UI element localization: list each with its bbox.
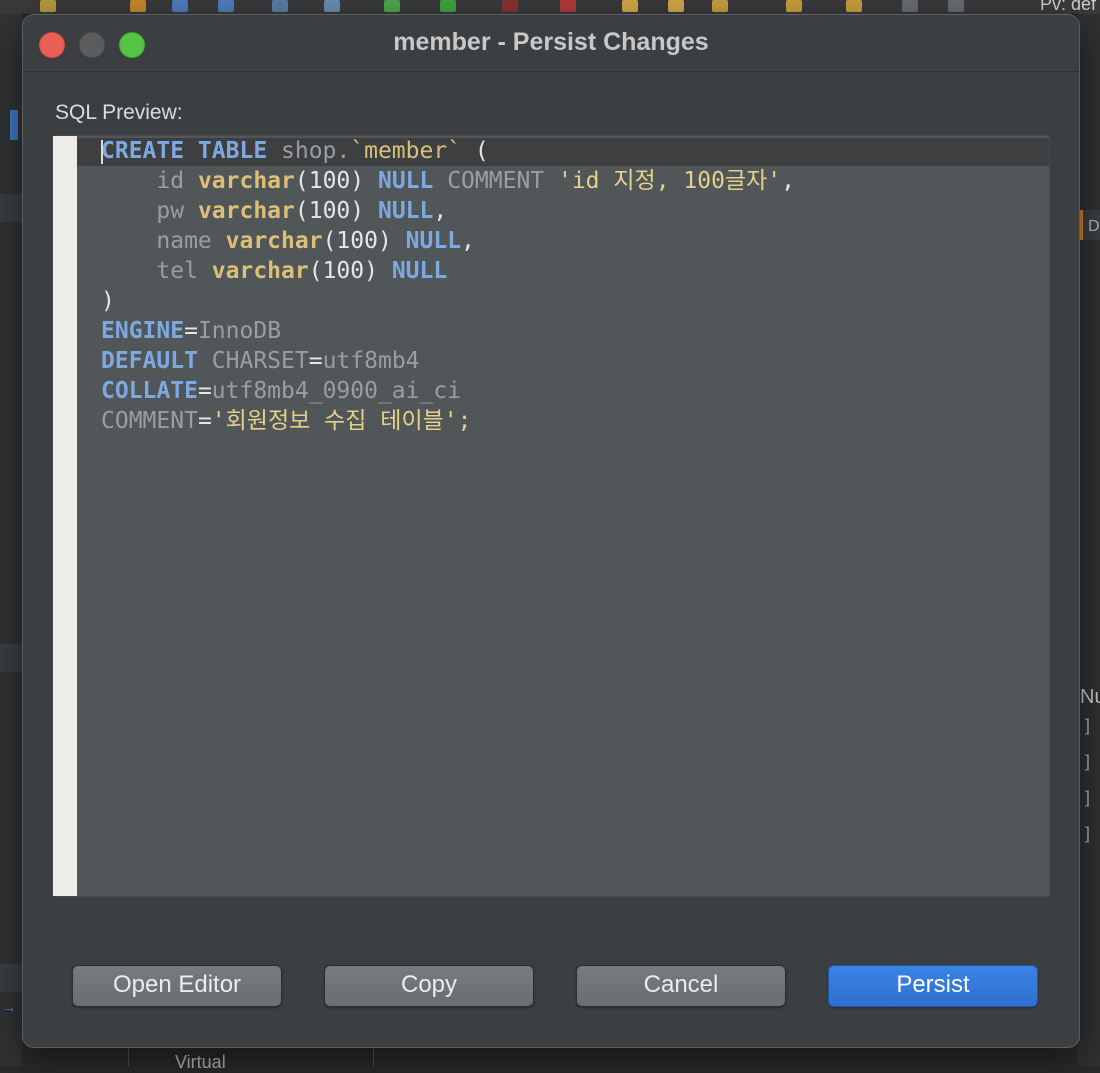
sql-token: id: [101, 168, 198, 194]
sql-token: CREATE TABLE: [101, 138, 268, 164]
toolbar-tool-icon[interactable]: [502, 0, 518, 12]
sql-token: CHARSET: [197, 348, 309, 374]
schema-selector[interactable]: Pv: def: [1040, 0, 1096, 15]
sql-token: NULL: [391, 258, 448, 284]
sql-line: ENGINE=InnoDB: [101, 316, 795, 346]
sql-token: =: [197, 378, 212, 404]
toolbar-tool-icon[interactable]: [40, 0, 56, 12]
ide-left-panel: →: [0, 14, 22, 1066]
sql-token: shop.: [267, 138, 351, 164]
bottom-panel-label: Virtual: [175, 1052, 226, 1072]
sql-token: name: [101, 228, 226, 254]
editor-gutter: [53, 136, 77, 896]
toolbar-tool-icon[interactable]: [324, 0, 340, 12]
toolbar-tool-icon[interactable]: [130, 0, 146, 12]
ide-bottom-panel: Virtual: [128, 1046, 374, 1072]
sql-line: COMMENT='회원정보 수집 테이블';: [101, 406, 795, 436]
persist-button[interactable]: Persist: [828, 965, 1038, 1007]
right-panel-bracket: ]: [1082, 752, 1093, 773]
toolbar-tool-icon[interactable]: [560, 0, 576, 12]
sql-token: varchar: [197, 168, 295, 194]
arrow-right-icon[interactable]: →: [2, 999, 16, 1015]
sql-token: ): [101, 288, 115, 314]
right-panel-bracket: ]: [1082, 824, 1093, 845]
sql-line: name varchar(100) NULL,: [101, 226, 795, 256]
sql-token: COLLATE: [101, 378, 198, 404]
toolbar-folder-icon[interactable]: [668, 0, 684, 12]
sql-token: utf8mb4: [322, 348, 420, 374]
sql-token: =: [197, 408, 212, 434]
sql-line: id varchar(100) NULL COMMENT 'id 지정, 100…: [101, 166, 795, 196]
toolbar-edit-icon[interactable]: [712, 0, 728, 12]
sql-token: pw: [101, 198, 198, 224]
sql-line: DEFAULT CHARSET=utf8mb4: [101, 346, 795, 376]
toolbar-tool-icon[interactable]: [384, 0, 400, 12]
toolbar-tool-icon[interactable]: [272, 0, 288, 12]
sql-token: (: [461, 138, 489, 164]
sql-token: 'id 지정, 100글자': [557, 168, 782, 194]
dialog-titlebar[interactable]: member - Persist Changes: [23, 15, 1079, 72]
sql-token: (100): [294, 198, 378, 224]
toolbar-tool-icon[interactable]: [786, 0, 802, 12]
toolbar-tool-icon[interactable]: [172, 0, 188, 12]
sql-token: =: [184, 318, 198, 344]
toolbar-tool-icon[interactable]: [846, 0, 862, 12]
sql-token: NULL: [405, 228, 462, 254]
sql-token: ,: [461, 228, 475, 254]
sql-token: (100): [294, 168, 378, 194]
right-panel-bracket: ]: [1082, 788, 1093, 809]
toolbar-forward-icon[interactable]: [948, 0, 964, 12]
sql-code[interactable]: CREATE TABLE shop.`member` ( id varchar(…: [101, 136, 795, 436]
sql-token: DEFAULT: [101, 348, 198, 374]
left-panel-tab[interactable]: [0, 644, 22, 672]
left-panel-tab[interactable]: [0, 194, 22, 222]
sql-token: (100): [322, 228, 406, 254]
sql-line: pw varchar(100) NULL,: [101, 196, 795, 226]
sql-token: NULL: [377, 168, 434, 194]
sql-token: varchar: [197, 198, 295, 224]
sql-token: tel: [101, 258, 212, 284]
sql-token: InnoDB: [197, 318, 282, 344]
right-panel-bracket: ]: [1082, 716, 1093, 737]
toolbar-run-icon[interactable]: [440, 0, 456, 12]
sql-token: '회원정보 수집 테이블': [211, 408, 458, 434]
right-panel-column-header: Nu: [1080, 686, 1100, 708]
sql-line: COLLATE=utf8mb4_0900_ai_ci: [101, 376, 795, 406]
sql-token: utf8mb4_0900_ai_ci: [211, 378, 462, 404]
left-panel-tab[interactable]: [0, 964, 22, 992]
sql-token: (100): [308, 258, 392, 284]
sql-token: ;: [457, 408, 472, 434]
sql-token: varchar: [225, 228, 323, 254]
dialog-title: member - Persist Changes: [393, 28, 709, 56]
ide-toolbar: Pv: def: [0, 0, 1100, 15]
sql-token: ENGINE: [101, 318, 185, 344]
right-panel-tab-label: D: [1088, 218, 1100, 235]
sql-token: =: [308, 348, 323, 374]
toolbar-folder-icon[interactable]: [622, 0, 638, 12]
sql-token: COMMENT: [433, 168, 558, 194]
sql-token: NULL: [377, 198, 434, 224]
cancel-button[interactable]: Cancel: [576, 965, 786, 1007]
sql-token: COMMENT: [101, 408, 198, 434]
sql-line: CREATE TABLE shop.`member` (: [101, 136, 795, 166]
toolbar-tool-icon[interactable]: [218, 0, 234, 12]
toolbar-back-icon[interactable]: [902, 0, 918, 12]
persist-changes-dialog: member - Persist Changes SQL Preview: CR…: [22, 14, 1080, 1048]
sql-preview-label: SQL Preview:: [55, 101, 183, 124]
left-panel-marker: [10, 110, 18, 140]
copy-button[interactable]: Copy: [324, 965, 534, 1007]
sql-token: varchar: [211, 258, 309, 284]
sql-token: `member`: [350, 138, 462, 164]
text-caret: [101, 140, 103, 164]
sql-token: ,: [781, 168, 795, 194]
sql-line: ): [101, 286, 795, 316]
sql-preview-editor[interactable]: CREATE TABLE shop.`member` ( id varchar(…: [52, 135, 1050, 897]
ide-right-panel: D Nu ] ] ] ]: [1078, 14, 1100, 1066]
open-editor-button[interactable]: Open Editor: [72, 965, 282, 1007]
sql-token: ,: [433, 198, 448, 224]
sql-line: tel varchar(100) NULL: [101, 256, 795, 286]
